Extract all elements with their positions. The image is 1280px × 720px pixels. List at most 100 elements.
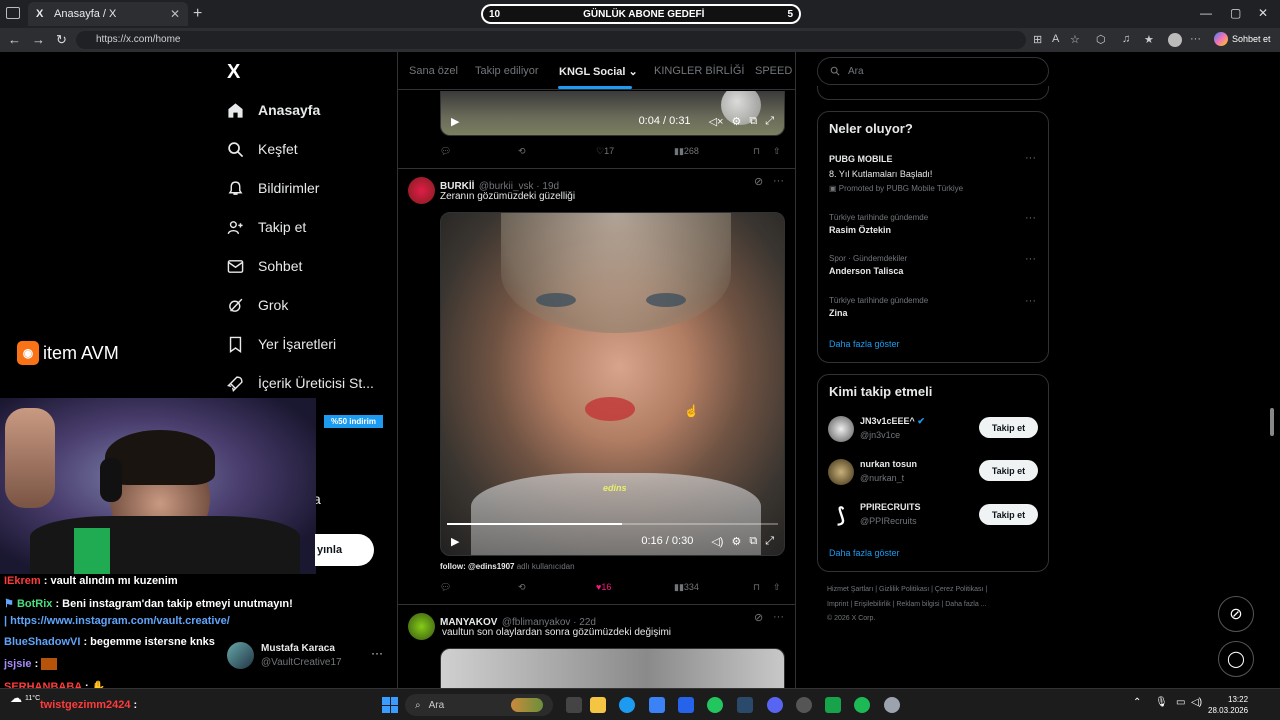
video-player-1[interactable]: edins ☝ ▶ 0:16 / 0:30 ◁) ⚙ ⧉ ⤢ xyxy=(440,212,785,556)
bookmark-icon[interactable]: ⊓ xyxy=(753,582,760,593)
like-button[interactable]: ♡ 17 xyxy=(596,146,614,157)
mail-app-icon[interactable] xyxy=(678,697,694,713)
reply-icon[interactable]: 💬︎ xyxy=(440,146,451,157)
tab-actions-icon[interactable] xyxy=(6,7,20,19)
grok-fab[interactable]: ⊘ xyxy=(1218,596,1254,632)
image-2[interactable] xyxy=(440,648,785,688)
play-icon[interactable]: ▶ xyxy=(451,535,459,548)
favorite-icon[interactable]: ☆ xyxy=(1070,33,1080,46)
mic-icon[interactable]: 🎙︎ xyxy=(1155,697,1168,708)
profile-icon[interactable] xyxy=(1168,33,1182,47)
follow-suggestion-name[interactable]: PPIRECRUITS xyxy=(860,502,921,512)
footer-links-1[interactable]: Hizmet Şartları | Gizlilik Politikası | … xyxy=(827,586,987,593)
follow-button[interactable]: Takip et xyxy=(979,417,1038,438)
page-scrollbar[interactable] xyxy=(1270,408,1274,436)
post-avatar[interactable] xyxy=(408,177,435,204)
caption-handle[interactable]: follow: @edins1907 xyxy=(440,562,514,571)
nav-bookmarks[interactable]: Yer İşaretleri xyxy=(226,335,336,353)
tab-for-you[interactable]: Sana özel xyxy=(409,65,458,77)
tab-kngl-social[interactable]: KNGL Social ⌄ xyxy=(559,65,638,78)
chat-app-icon[interactable] xyxy=(825,697,841,713)
play-icon[interactable]: ▶ xyxy=(451,115,459,128)
close-tab-icon[interactable]: ✕ xyxy=(170,7,180,21)
follow-avatar[interactable] xyxy=(828,459,854,485)
volume-icon[interactable]: ◁) xyxy=(1191,697,1202,708)
trend-more-icon[interactable]: ··· xyxy=(1025,212,1036,224)
profile-avatar[interactable] xyxy=(227,642,254,669)
fullscreen-icon[interactable]: ⤢ xyxy=(765,535,774,548)
fullscreen-icon[interactable]: ⤢ xyxy=(765,115,774,128)
clock[interactable]: 13:22 28.03.2026 xyxy=(1208,694,1248,716)
tab-home[interactable]: X Anasayfa / X ✕ xyxy=(28,2,188,26)
file-explorer-icon[interactable] xyxy=(590,697,606,713)
views-button[interactable]: ▮▮ 334 xyxy=(674,582,699,593)
mute-icon[interactable]: ◁× xyxy=(709,115,724,128)
volume-icon[interactable]: ◁) xyxy=(711,535,723,548)
read-aloud-icon[interactable]: A xyxy=(1052,33,1059,45)
bookmark-icon[interactable]: ⊓ xyxy=(753,146,760,157)
copilot-button[interactable]: Sohbet et xyxy=(1214,32,1271,46)
media-icon[interactable]: ♫ xyxy=(1122,33,1130,45)
close-window-icon[interactable]: ✕ xyxy=(1258,6,1268,20)
favorites-bar-icon[interactable]: ★ xyxy=(1144,33,1154,46)
video-progress-1[interactable] xyxy=(447,523,778,525)
grok-post-icon[interactable]: ⊘ xyxy=(754,611,763,624)
apps-icon[interactable]: ⊞ xyxy=(1033,33,1042,46)
follow-suggestion-name[interactable]: JN3v1cEEE^ ✔ xyxy=(860,416,925,427)
nav-grok[interactable]: Grok xyxy=(226,296,288,314)
retweet-icon[interactable]: ⟲ xyxy=(518,146,526,157)
discord-icon[interactable] xyxy=(767,697,783,713)
nav-creator-studio[interactable]: İçerik Üreticisi St... xyxy=(226,374,374,392)
weather-widget[interactable]: ☁ 11°C xyxy=(10,691,40,705)
profile-more-icon[interactable]: ··· xyxy=(371,646,383,660)
settings-icon[interactable]: ⚙ xyxy=(731,115,741,128)
settings-app-icon[interactable] xyxy=(884,697,900,713)
messages-fab[interactable]: ◯ xyxy=(1218,641,1254,677)
reload-icon[interactable]: ↻ xyxy=(56,32,67,48)
store-icon[interactable] xyxy=(649,697,665,713)
post-more-icon[interactable]: ··· xyxy=(773,611,784,623)
follow-avatar[interactable]: ⟆ xyxy=(828,502,854,528)
back-icon[interactable]: ← xyxy=(8,32,21,47)
post-more-icon[interactable]: ··· xyxy=(773,175,784,187)
retweet-icon[interactable]: ⟲ xyxy=(518,582,526,593)
share-icon[interactable]: ⇧ xyxy=(773,582,781,593)
who-show-more[interactable]: Daha fazla göster xyxy=(829,548,900,558)
grok-post-icon[interactable]: ⊘ xyxy=(754,175,763,188)
start-icon[interactable] xyxy=(382,697,398,713)
tab-following[interactable]: Takip ediliyor xyxy=(475,65,539,77)
views-button[interactable]: ▮▮ 268 xyxy=(674,146,699,157)
follow-button[interactable]: Takip et xyxy=(979,460,1038,481)
task-view-icon[interactable] xyxy=(566,697,582,713)
pip-icon[interactable]: ⧉ xyxy=(749,115,757,128)
like-button[interactable]: ♥ 16 xyxy=(596,582,611,592)
whatsapp-icon[interactable] xyxy=(707,697,723,713)
nav-home[interactable]: Anasayfa xyxy=(226,101,320,119)
nav-messages[interactable]: Sohbet xyxy=(226,257,302,275)
footer-links-2[interactable]: Imprint | Erişilebilirlik | Reklam bilgi… xyxy=(827,601,987,608)
search-input[interactable]: Ara xyxy=(817,57,1049,85)
extensions-icon[interactable]: ⬡ xyxy=(1096,33,1106,46)
reply-icon[interactable]: 💬︎ xyxy=(440,582,451,593)
trend-more-icon[interactable]: ··· xyxy=(1025,152,1036,164)
follow-avatar[interactable] xyxy=(828,416,854,442)
minimize-icon[interactable]: — xyxy=(1200,6,1212,20)
video-player-0[interactable]: ▶ 0:04 / 0:31 ◁× ⚙ ⧉ ⤢ xyxy=(440,91,785,136)
more-menu-icon[interactable]: ··· xyxy=(1190,33,1201,45)
maximize-icon[interactable]: ▢ xyxy=(1230,6,1241,20)
follow-suggestion-name[interactable]: nurkan tosun xyxy=(860,459,917,469)
new-tab-icon[interactable]: + xyxy=(193,5,202,23)
network-icon[interactable]: ▭ xyxy=(1176,697,1185,708)
share-icon[interactable]: ⇧ xyxy=(773,146,781,157)
nav-notifications[interactable]: Bildirimler xyxy=(226,179,319,197)
post-button[interactable]: yınla xyxy=(315,534,374,566)
spotify-icon[interactable] xyxy=(854,697,870,713)
post-avatar[interactable] xyxy=(408,613,435,640)
tray-arrow-icon[interactable]: ⌃ xyxy=(1133,697,1141,708)
trend-more-icon[interactable]: ··· xyxy=(1025,253,1036,265)
taskbar-search[interactable]: ⌕ Ara xyxy=(405,694,553,716)
forward-icon[interactable]: → xyxy=(32,32,45,47)
trend-more-icon[interactable]: ··· xyxy=(1025,295,1036,307)
nav-follow[interactable]: Takip et xyxy=(226,218,306,236)
x-logo-icon[interactable]: X xyxy=(227,61,240,84)
